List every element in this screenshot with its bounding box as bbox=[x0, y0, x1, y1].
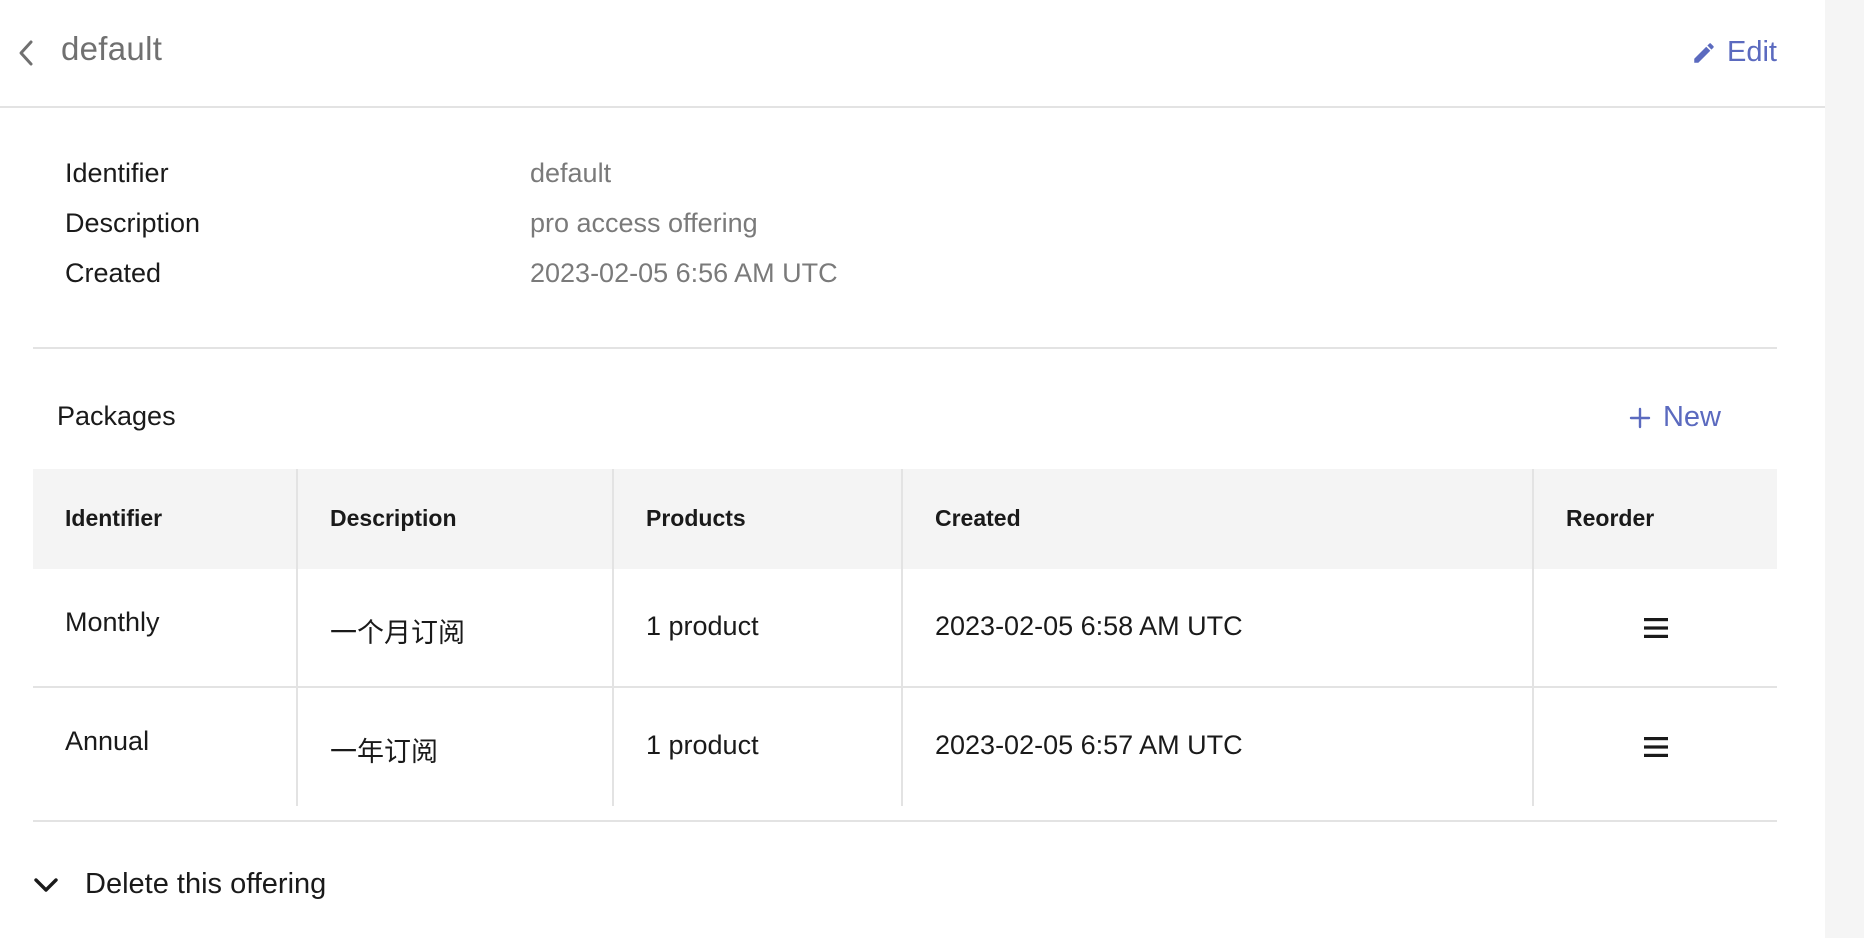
column-header-label: Reorder bbox=[1566, 505, 1655, 531]
divider bbox=[33, 820, 1777, 822]
scroll-gutter bbox=[1825, 0, 1864, 938]
package-description: 一个月订阅 bbox=[330, 618, 465, 648]
offering-details: Identifier default Description pro acces… bbox=[65, 158, 1265, 308]
column-header-identifier: Identifier bbox=[33, 469, 298, 569]
package-identifier: Monthly bbox=[65, 607, 160, 637]
package-created: 2023-02-05 6:58 AM UTC bbox=[935, 611, 1243, 641]
column-header-label: Products bbox=[646, 505, 746, 531]
detail-label: Identifier bbox=[65, 158, 169, 188]
cell-products: 1 product bbox=[614, 688, 903, 806]
reorder-handle[interactable] bbox=[1534, 569, 1777, 686]
detail-value: default bbox=[530, 158, 612, 188]
table-header: Identifier Description Products Created … bbox=[33, 469, 1777, 569]
page-header: default Edit bbox=[0, 0, 1825, 108]
drag-handle-icon bbox=[1643, 737, 1668, 757]
cell-products: 1 product bbox=[614, 569, 903, 686]
detail-label: Created bbox=[65, 258, 162, 288]
detail-row-identifier: Identifier default bbox=[65, 158, 1265, 208]
package-description: 一年订阅 bbox=[330, 737, 438, 767]
detail-value: pro access offering bbox=[530, 208, 758, 238]
column-header-label: Description bbox=[330, 505, 457, 531]
cell-created: 2023-02-05 6:57 AM UTC bbox=[903, 688, 1534, 806]
offering-detail-page: default Edit Identifier default Descript… bbox=[0, 0, 1825, 938]
detail-row-created: Created 2023-02-05 6:56 AM UTC bbox=[65, 258, 1265, 308]
column-header-created: Created bbox=[903, 469, 1534, 569]
column-header-reorder: Reorder bbox=[1534, 469, 1777, 569]
detail-value: 2023-02-05 6:56 AM UTC bbox=[530, 258, 838, 288]
drag-handle-icon bbox=[1643, 617, 1668, 638]
package-products: 1 product bbox=[646, 730, 759, 760]
cell-reorder bbox=[1534, 688, 1777, 806]
cell-identifier: Monthly bbox=[33, 569, 298, 686]
detail-row-description: Description pro access offering bbox=[65, 208, 1265, 258]
column-header-description: Description bbox=[298, 469, 614, 569]
packages-table: Identifier Description Products Created … bbox=[33, 469, 1777, 806]
cell-created: 2023-02-05 6:58 AM UTC bbox=[903, 569, 1534, 686]
pencil-icon bbox=[1694, 42, 1714, 63]
new-package-label: New bbox=[1662, 401, 1721, 433]
delete-offering-label: Delete this offering bbox=[85, 868, 327, 900]
plus-icon bbox=[1629, 407, 1651, 428]
chevron-left-icon bbox=[19, 40, 33, 66]
column-header-label: Created bbox=[935, 505, 1021, 531]
package-identifier: Annual bbox=[65, 726, 150, 756]
chevron-down-icon bbox=[34, 877, 58, 892]
edit-label: Edit bbox=[1727, 36, 1777, 68]
new-package-button[interactable]: New bbox=[1629, 401, 1721, 434]
edit-button[interactable]: Edit bbox=[1691, 36, 1777, 69]
cell-description: 一个月订阅 bbox=[298, 569, 614, 686]
page-title: default bbox=[61, 30, 163, 67]
packages-section-title: Packages bbox=[57, 401, 176, 431]
column-header-products: Products bbox=[614, 469, 903, 569]
back-button[interactable] bbox=[10, 34, 42, 72]
package-created: 2023-02-05 6:57 AM UTC bbox=[935, 730, 1243, 760]
cell-identifier: Annual bbox=[33, 688, 298, 806]
table-row[interactable]: Annual 一年订阅 1 product 2023-02-05 6:57 AM… bbox=[33, 688, 1777, 806]
table-row[interactable]: Monthly 一个月订阅 1 product 2023-02-05 6:58 … bbox=[33, 569, 1777, 688]
delete-offering-toggle[interactable]: Delete this offering bbox=[33, 868, 326, 901]
cell-description: 一年订阅 bbox=[298, 688, 614, 806]
reorder-handle[interactable] bbox=[1534, 688, 1777, 806]
detail-label: Description bbox=[65, 208, 201, 238]
divider bbox=[33, 347, 1777, 349]
column-header-label: Identifier bbox=[65, 505, 163, 531]
cell-reorder bbox=[1534, 569, 1777, 686]
package-products: 1 product bbox=[646, 611, 759, 641]
